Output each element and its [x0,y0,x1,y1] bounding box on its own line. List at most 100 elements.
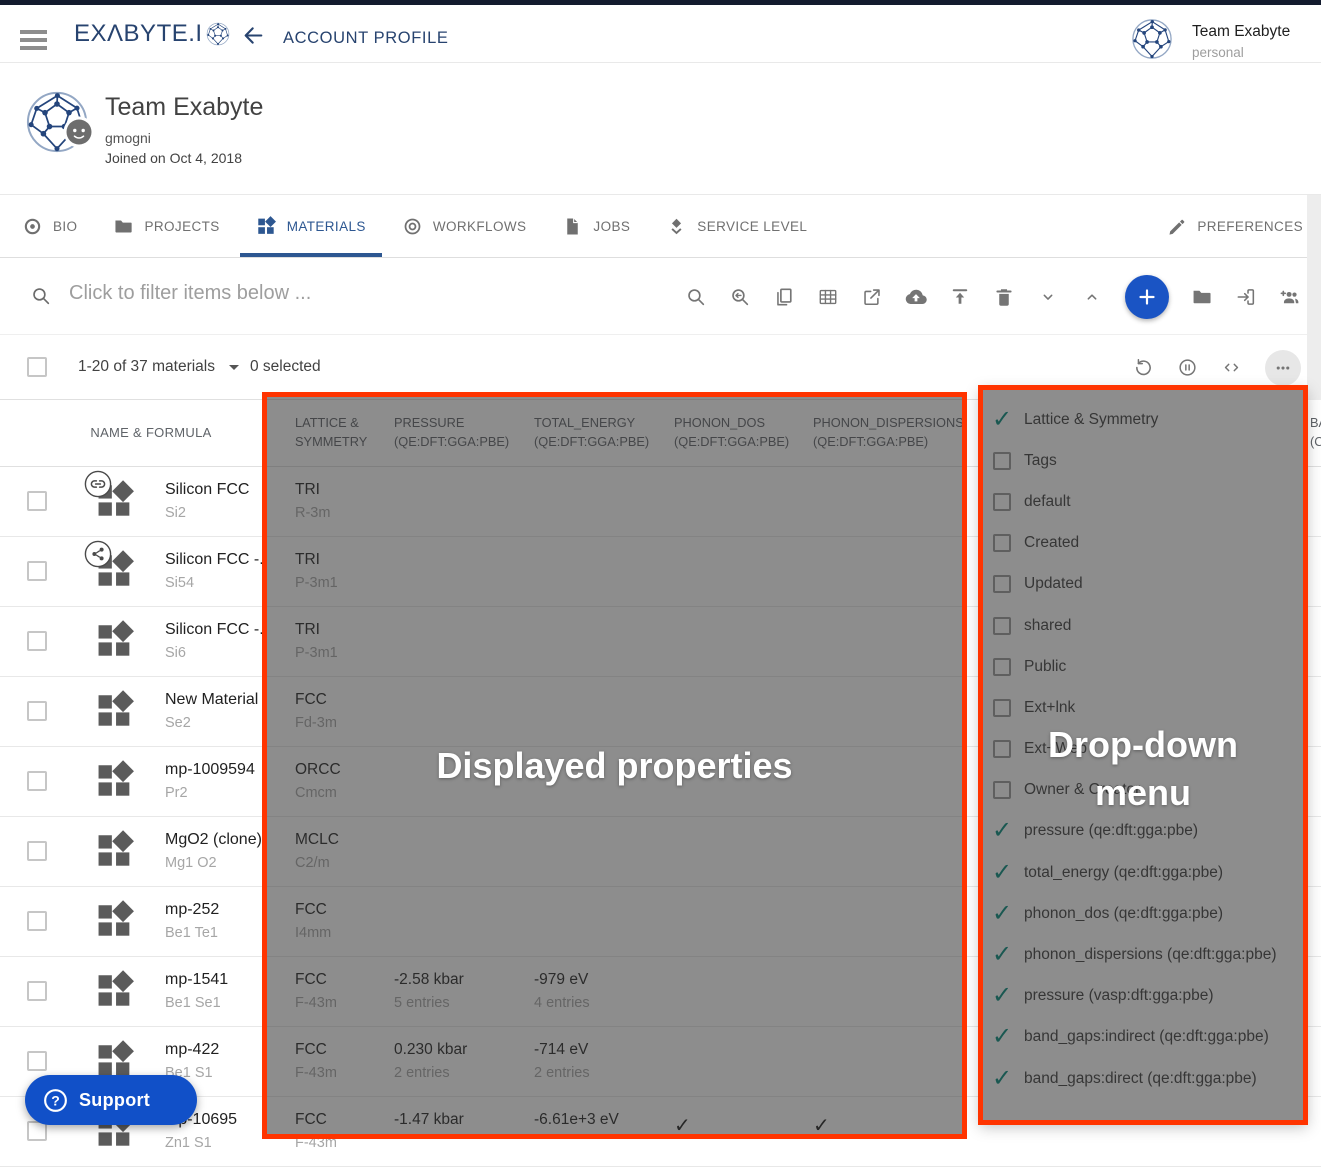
overlay-label-dropdown-menu: Drop-down menu [1018,721,1268,817]
move-to-icon[interactable] [1235,286,1257,308]
page-title: ACCOUNT PROFILE [283,29,448,48]
support-button[interactable]: ? Support [25,1075,197,1125]
profile-header: Team Exabyte gmogni Joined on Oct 4, 201… [0,63,1321,195]
toolbar-actions [685,258,1301,335]
service-level-icon [666,216,687,237]
active-tab-underline [240,253,382,257]
search-again-icon[interactable] [729,286,751,308]
tab-bio[interactable]: BIO [22,195,77,257]
material-icon [94,830,136,872]
filter-input[interactable]: Click to filter items below ... [69,282,311,305]
delete-icon[interactable] [993,286,1015,308]
material-formula: Pr2 [165,785,188,801]
tab-workflows[interactable]: WORKFLOWS [402,195,527,257]
tab-service-level[interactable]: SERVICE LEVEL [666,195,807,257]
back-arrow-icon[interactable] [241,23,266,48]
chevron-up-icon[interactable] [1081,286,1103,308]
material-formula: Be1 Se1 [165,995,221,1011]
material-name[interactable]: mp-1009594 [165,761,255,779]
material-name[interactable]: MgO2 (clone) [165,831,262,849]
overlay-displayed-properties: Displayed properties [262,392,967,1139]
refresh-icon[interactable] [1133,357,1154,378]
open-in-new-icon[interactable] [861,286,883,308]
cloud-upload-icon[interactable] [905,286,927,308]
clipped-column-header: BA (C [1310,413,1321,451]
link-badge-icon [84,470,112,498]
search-icon[interactable] [685,286,707,308]
user-account-type: personal [1192,45,1244,60]
range-text: 1-20 of 37 materials [78,358,215,376]
logo-ball-icon [206,22,230,46]
search-icon [30,285,52,307]
material-icon [94,620,136,662]
material-icon [94,970,136,1012]
overlay-label-displayed-properties: Displayed properties [436,742,792,790]
user-avatar[interactable] [1131,18,1173,60]
tab-materials[interactable]: MATERIALS [256,195,366,257]
face-badge-icon [63,116,95,148]
row-checkbox[interactable] [27,631,47,651]
more-icon [1272,357,1294,379]
upload-icon[interactable] [949,286,971,308]
profile-joined-date: Joined on Oct 4, 2018 [105,150,242,166]
tab-bar: BIO PROJECTS MATERIALS WORKFLOWS JOBS SERVICE… [0,195,1321,258]
copy-icon[interactable] [773,286,795,308]
app-logo[interactable]: EXΛBYTE.I [74,20,230,48]
select-all-checkbox[interactable] [27,357,47,377]
folder-icon[interactable] [1191,286,1213,308]
hamburger-menu-icon[interactable] [20,30,47,50]
user-name: Team Exabyte [1192,23,1290,41]
workflow-icon [402,216,423,237]
material-formula: Si2 [165,505,186,521]
caret-down-icon [229,365,239,370]
row-checkbox[interactable] [27,771,47,791]
tab-preferences[interactable]: PREFERENCES [1167,195,1303,258]
material-name[interactable]: mp-422 [165,1041,219,1059]
tab-label: SERVICE LEVEL [697,219,807,234]
svg-text:?: ? [51,1092,60,1108]
material-name[interactable]: Silicon FCC -.. [165,551,268,569]
tab-jobs[interactable]: JOBS [562,195,630,257]
tab-label: JOBS [593,219,630,234]
grid-icon[interactable] [817,286,839,308]
scrollbar-track[interactable] [1307,195,1321,400]
material-icon [94,690,136,732]
more-button[interactable] [1265,350,1301,386]
add-people-icon[interactable] [1279,286,1301,308]
profile-name: Team Exabyte [105,93,263,122]
preferences-label: PREFERENCES [1197,219,1303,234]
material-name[interactable]: mp-252 [165,901,219,919]
row-checkbox[interactable] [27,561,47,581]
tab-label: BIO [53,219,77,234]
row-checkbox[interactable] [27,911,47,931]
material-formula: Zn1 S1 [165,1135,212,1151]
plus-icon [1135,285,1159,309]
chevron-down-icon[interactable] [1037,286,1059,308]
clipped-line2: (C [1310,432,1321,451]
column-name-formula[interactable]: NAME & FORMULA [40,425,262,440]
material-formula: Se2 [165,715,191,731]
row-checkbox[interactable] [27,701,47,721]
row-checkbox[interactable] [27,981,47,1001]
folder-icon [113,216,134,237]
pause-circle-icon[interactable] [1177,357,1198,378]
material-name[interactable]: Silicon FCC -.. [165,621,268,639]
row-checkbox[interactable] [27,841,47,861]
pencil-icon [1167,217,1187,237]
code-icon[interactable] [1221,357,1242,378]
tab-projects[interactable]: PROJECTS [113,195,219,257]
selected-count: 0 selected [250,358,321,376]
add-button[interactable] [1125,275,1169,319]
material-name[interactable]: New Material [165,691,258,709]
material-formula: Si54 [165,575,194,591]
target-icon [22,216,43,237]
row-checkbox[interactable] [27,1051,47,1071]
row-checkbox[interactable] [27,491,47,511]
overlay-dropdown-menu: Drop-down menu [978,385,1308,1125]
filter-toolbar: Click to filter items below ... [0,258,1321,335]
material-name[interactable]: Silicon FCC [165,481,249,499]
clipped-line1: BA [1310,413,1321,432]
material-name[interactable]: mp-1541 [165,971,228,989]
pagination-range[interactable]: 1-20 of 37 materials [78,358,239,376]
document-icon [562,216,583,237]
